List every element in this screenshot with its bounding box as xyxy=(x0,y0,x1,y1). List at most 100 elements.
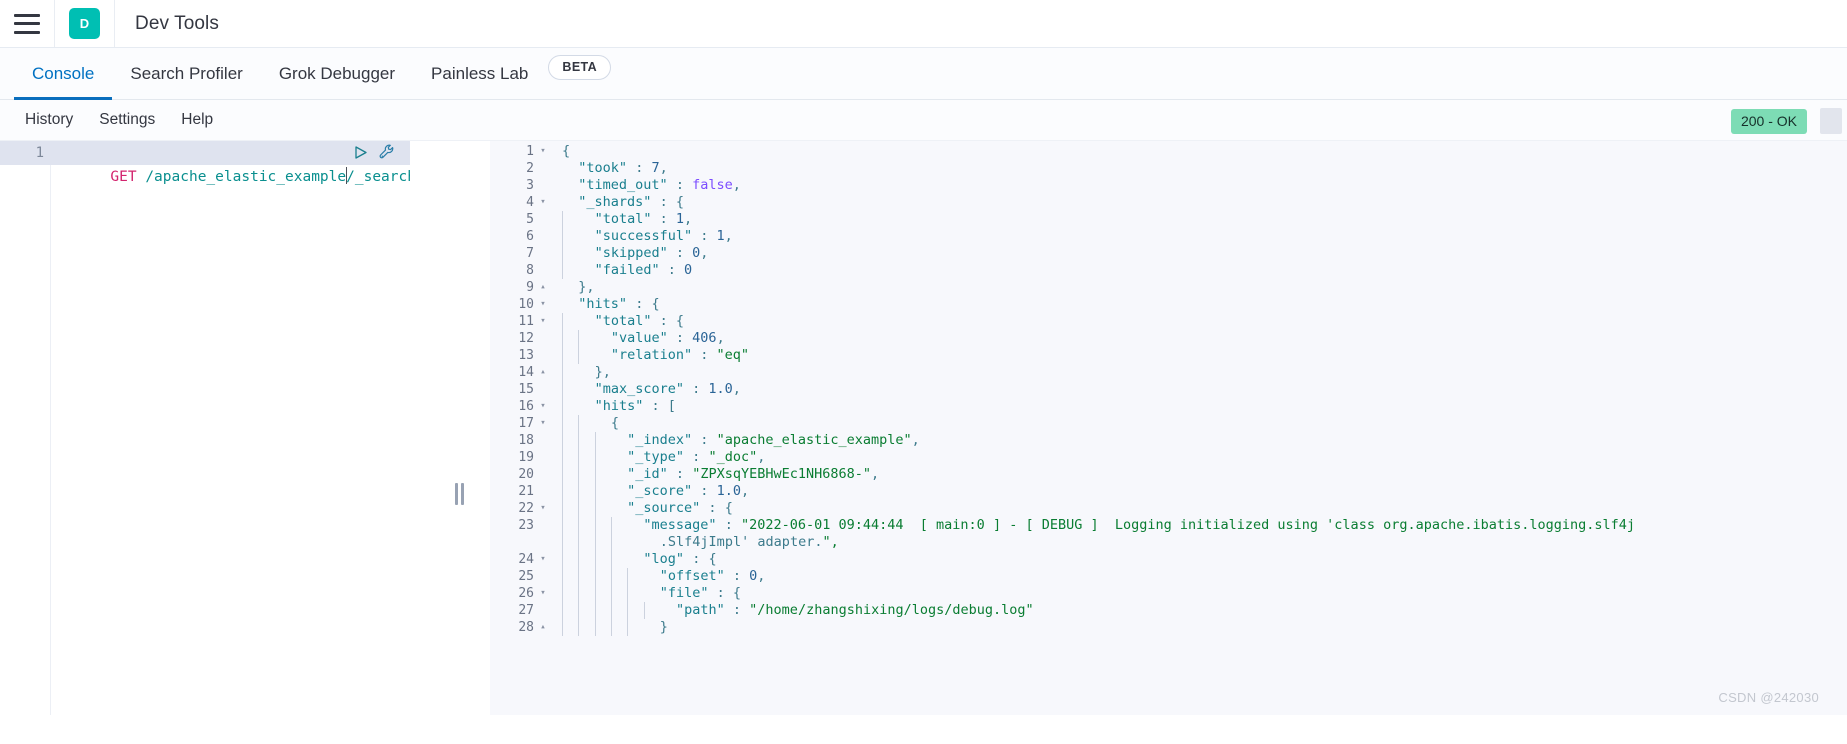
response-line: 8 "failed" : 0 xyxy=(490,262,1847,279)
response-editor-pane[interactable]: 1 ▾{2 "took" : 7, 3 "timed_out" : false, 4 ▾… xyxy=(490,141,1847,715)
response-line: 25 "offset" : 0, xyxy=(490,568,1847,585)
fold-toggle-icon[interactable]: ▾ xyxy=(536,500,550,517)
response-line-number: 9 xyxy=(526,280,534,295)
request-gutter xyxy=(0,165,51,715)
nav-menu-button[interactable] xyxy=(0,0,55,47)
fold-toggle-icon[interactable]: ▴ xyxy=(536,364,550,381)
response-line-text: "successful" : 1, xyxy=(550,228,1847,245)
response-line-number: 11 xyxy=(518,314,534,329)
response-line: 17 ▾ { xyxy=(490,415,1847,432)
request-path-after-caret: /_search xyxy=(346,169,416,185)
fold-toggle-icon[interactable]: ▾ xyxy=(536,194,550,211)
fold-toggle-icon[interactable]: ▾ xyxy=(536,398,550,415)
response-line-text: "timed_out" : false, xyxy=(578,177,741,193)
indent-guide xyxy=(578,585,580,602)
response-line: 27 "path" : "/home/zhangshixing/logs/deb… xyxy=(490,602,1847,619)
tab-search-profiler[interactable]: Search Profiler xyxy=(112,48,260,99)
watermark: CSDN @242030 xyxy=(1718,690,1819,705)
indent-guide xyxy=(562,381,563,398)
fold-toggle-icon[interactable]: ▾ xyxy=(536,143,550,160)
indent-guide xyxy=(562,364,563,381)
pane-splitter[interactable] xyxy=(410,141,490,715)
response-line-text: "message" : "2022-06-01 09:44:44 [ main:… xyxy=(550,517,1847,534)
response-line-number: 7 xyxy=(526,246,534,261)
response-line: 20 "_id" : "ZPXsqYEBHwEc1NH6868-", xyxy=(490,466,1847,483)
response-line-number: 28 xyxy=(518,620,534,635)
app-logo-cell[interactable]: D xyxy=(55,0,115,47)
request-editor-pane[interactable]: 1 GET /apache_elastic_example/_search xyxy=(0,141,416,715)
menu-item-history[interactable]: History xyxy=(12,111,86,129)
indent-guide xyxy=(562,602,563,619)
response-line: 16 ▾ "hits" : [ xyxy=(490,398,1847,415)
fold-toggle-icon[interactable]: ▾ xyxy=(536,551,550,568)
menu-item-settings[interactable]: Settings xyxy=(86,111,168,129)
tab-painless-lab-label: Painless Lab xyxy=(431,63,529,83)
fold-toggle-icon[interactable]: ▾ xyxy=(536,585,550,602)
response-line-text: "hits" : { xyxy=(578,296,660,312)
indent-guide xyxy=(627,619,629,636)
response-line-number: 3 xyxy=(526,178,534,193)
fold-toggle-icon[interactable]: ▾ xyxy=(536,415,550,432)
wrench-icon[interactable] xyxy=(378,143,396,161)
response-line-number: 16 xyxy=(518,399,534,414)
response-line-number xyxy=(490,534,536,551)
indent-guide xyxy=(578,432,580,449)
response-line-number: 21 xyxy=(518,484,534,499)
pane-resize-handle[interactable] xyxy=(455,483,469,505)
response-line-text: "skipped" : 0, xyxy=(550,245,1847,262)
response-line-number: 1 xyxy=(526,144,534,159)
response-line-number: 2 xyxy=(526,161,534,176)
indent-guide xyxy=(610,585,612,602)
indent-guide xyxy=(578,551,580,568)
indent-guide xyxy=(594,602,596,619)
indent-guide xyxy=(562,398,563,415)
fold-toggle-icon[interactable]: ▴ xyxy=(536,619,550,636)
menu-item-help[interactable]: Help xyxy=(168,111,226,129)
tab-console[interactable]: Console xyxy=(14,48,113,100)
play-icon[interactable] xyxy=(352,144,369,161)
response-line-number: 6 xyxy=(526,229,534,244)
indent-guide xyxy=(562,211,563,228)
status-badge: 200 - OK xyxy=(1730,109,1807,134)
response-line-number: 27 xyxy=(518,603,534,618)
page-title: Dev Tools xyxy=(135,12,219,34)
response-line-text: "_type" : "_doc", xyxy=(550,449,1847,466)
response-line-text: { xyxy=(550,415,1847,432)
response-line-number: 12 xyxy=(518,331,534,346)
indent-guide xyxy=(627,568,629,585)
indent-guide xyxy=(562,347,563,364)
tab-grok-debugger[interactable]: Grok Debugger xyxy=(261,48,413,99)
tab-painless-lab[interactable]: Painless Lab xyxy=(413,48,546,99)
indent-guide xyxy=(562,500,563,517)
fold-toggle-icon[interactable]: ▾ xyxy=(536,313,550,330)
response-line: 18 "_index" : "apache_elastic_example", xyxy=(490,432,1847,449)
response-line: 19 "_type" : "_doc", xyxy=(490,449,1847,466)
response-line: 4 ▾ "_shards" : { xyxy=(490,194,1847,211)
response-line: 2 "took" : 7, xyxy=(490,160,1847,177)
response-line-text: "max_score" : 1.0, xyxy=(550,381,1847,398)
indent-guide xyxy=(578,483,580,500)
response-scrollbar-thumb[interactable] xyxy=(1820,108,1842,134)
fold-toggle-icon[interactable]: ▴ xyxy=(536,279,550,296)
beta-badge[interactable]: BETA xyxy=(548,55,612,80)
hamburger-icon[interactable] xyxy=(14,13,40,34)
indent-guide xyxy=(594,500,596,517)
indent-guide xyxy=(578,568,580,585)
response-line-number: 4 xyxy=(526,195,534,210)
indent-guide xyxy=(610,534,612,551)
fold-toggle-icon[interactable]: ▾ xyxy=(536,296,550,313)
request-actions xyxy=(352,143,396,161)
indent-guide xyxy=(578,466,580,483)
indent-guide xyxy=(610,619,612,636)
